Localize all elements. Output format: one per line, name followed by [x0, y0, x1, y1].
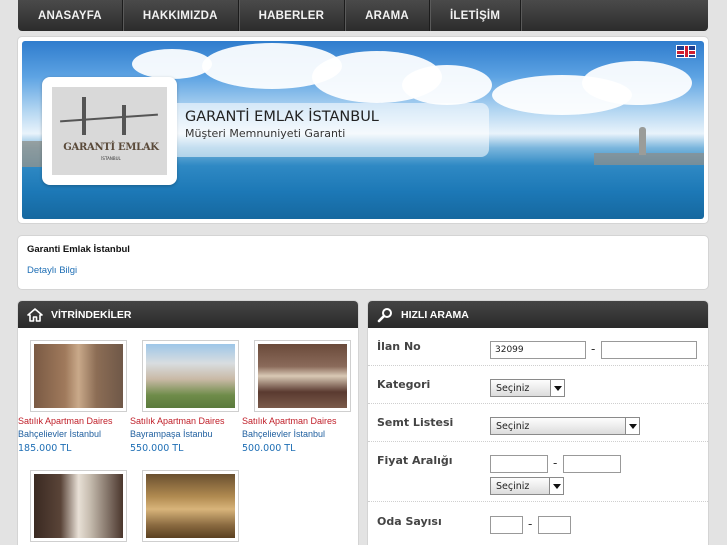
listing-title[interactable]: Satılık Apartman Daires: [242, 416, 350, 426]
listing-location: Bayrampaşa İstanbu: [130, 429, 213, 439]
kategori-select[interactable]: Seçiniz: [490, 379, 565, 397]
hallway-photo[interactable]: [30, 470, 127, 542]
price-max-input[interactable]: [563, 455, 621, 473]
quick-search-heading: HIZLI ARAMA: [401, 308, 469, 321]
nav-item-arama[interactable]: ARAMA: [345, 0, 430, 31]
details-link[interactable]: Detaylı Bilgi: [27, 265, 77, 276]
living-room-photo[interactable]: [254, 340, 351, 412]
kitchen-photo[interactable]: [142, 470, 239, 542]
currency-value: Seçiniz: [496, 481, 530, 492]
listing-card[interactable]: [130, 470, 239, 542]
ilan-no-input-2[interactable]: [601, 341, 697, 359]
kategori-value: Seçiniz: [496, 383, 530, 394]
currency-select[interactable]: Seçiniz: [490, 477, 564, 495]
ilan-no-label: İlan No: [377, 340, 421, 353]
semt-value: Seçiniz: [496, 421, 530, 432]
price-min-input[interactable]: [490, 455, 548, 473]
fiyat-label: Fiyat Aralığı: [377, 454, 453, 467]
listing-card[interactable]: Satılık Apartman Daires Bahçelievler İst…: [242, 340, 351, 454]
site-title: GARANTİ EMLAK İSTANBUL: [185, 109, 379, 125]
listing-location: Bahçelievler İstanbul: [18, 429, 102, 439]
nav-item-hakkimizda[interactable]: HAKKIMIZDA: [123, 0, 239, 31]
featured-panel: VİTRİNDEKİLER Satılık Apartman Daires Ba…: [17, 300, 359, 545]
ilan-no-input[interactable]: 32099: [490, 341, 586, 359]
semt-label: Semt Listesi: [377, 416, 454, 429]
semt-select[interactable]: Seçiniz: [490, 417, 640, 435]
kategori-label: Kategori: [377, 378, 431, 391]
featured-header: VİTRİNDEKİLER: [18, 301, 358, 328]
quick-search-panel: HIZLI ARAMA İlan No 32099 - Kategori Seç…: [367, 300, 709, 545]
nav-item-haberler[interactable]: HABERLER: [239, 0, 346, 31]
chevron-down-icon: [549, 478, 563, 494]
listing-card[interactable]: Satılık Apartman Daires Bayrampaşa İstan…: [130, 340, 239, 454]
oda-label: Oda Sayısı: [377, 515, 442, 528]
site-logo[interactable]: GARANTİ EMLAK İSTANBUL: [42, 77, 177, 185]
featured-heading: VİTRİNDEKİLER: [51, 308, 132, 321]
listing-title[interactable]: Satılık Apartman Daires: [130, 416, 238, 426]
header-banner: GARANTİ EMLAK İSTANBUL GARANTİ EMLAK İST…: [22, 41, 704, 219]
home-icon: [27, 307, 43, 323]
uk-flag-icon[interactable]: [676, 45, 696, 58]
listing-card[interactable]: Satılık Apartman Daires Bahçelievler İst…: [18, 340, 127, 454]
chevron-down-icon: [625, 418, 639, 434]
magnifier-icon: [377, 307, 393, 323]
quick-search-header: HIZLI ARAMA: [368, 301, 708, 328]
nav-item-iletisim[interactable]: İLETİŞİM: [430, 0, 522, 31]
complex-photo[interactable]: [142, 340, 239, 412]
range-dash: -: [528, 517, 533, 531]
listing-location: Bahçelievler İstanbul: [242, 429, 326, 439]
info-title: Garanti Emlak İstanbul: [27, 244, 130, 255]
listing-card[interactable]: [18, 470, 127, 542]
logo-text: GARANTİ EMLAK: [63, 142, 159, 153]
header: GARANTİ EMLAK İSTANBUL GARANTİ EMLAK İST…: [17, 36, 709, 224]
info-bar: Garanti Emlak İstanbul Detaylı Bilgi: [17, 235, 709, 290]
title-box: GARANTİ EMLAK İSTANBUL Müşteri Memnuniye…: [177, 103, 489, 157]
listing-price: 185.000 TL: [18, 443, 72, 454]
room-min-input[interactable]: [490, 516, 523, 534]
range-dash: -: [553, 456, 558, 470]
listing-price: 550.000 TL: [130, 443, 184, 454]
site-subtitle: Müşteri Memnuniyeti Garanti: [185, 127, 346, 140]
nav-item-anasayfa[interactable]: ANASAYFA: [18, 0, 123, 31]
range-dash: -: [591, 342, 596, 356]
logo-subtext: İSTANBUL: [101, 156, 121, 161]
main-nav: ANASAYFA HAKKIMIZDA HABERLER ARAMA İLETİ…: [18, 0, 708, 31]
building-photo[interactable]: [30, 340, 127, 412]
listing-price: 500.000 TL: [242, 443, 296, 454]
chevron-down-icon: [550, 380, 564, 396]
listing-title[interactable]: Satılık Apartman Daires: [18, 416, 126, 426]
room-max-input[interactable]: [538, 516, 571, 534]
